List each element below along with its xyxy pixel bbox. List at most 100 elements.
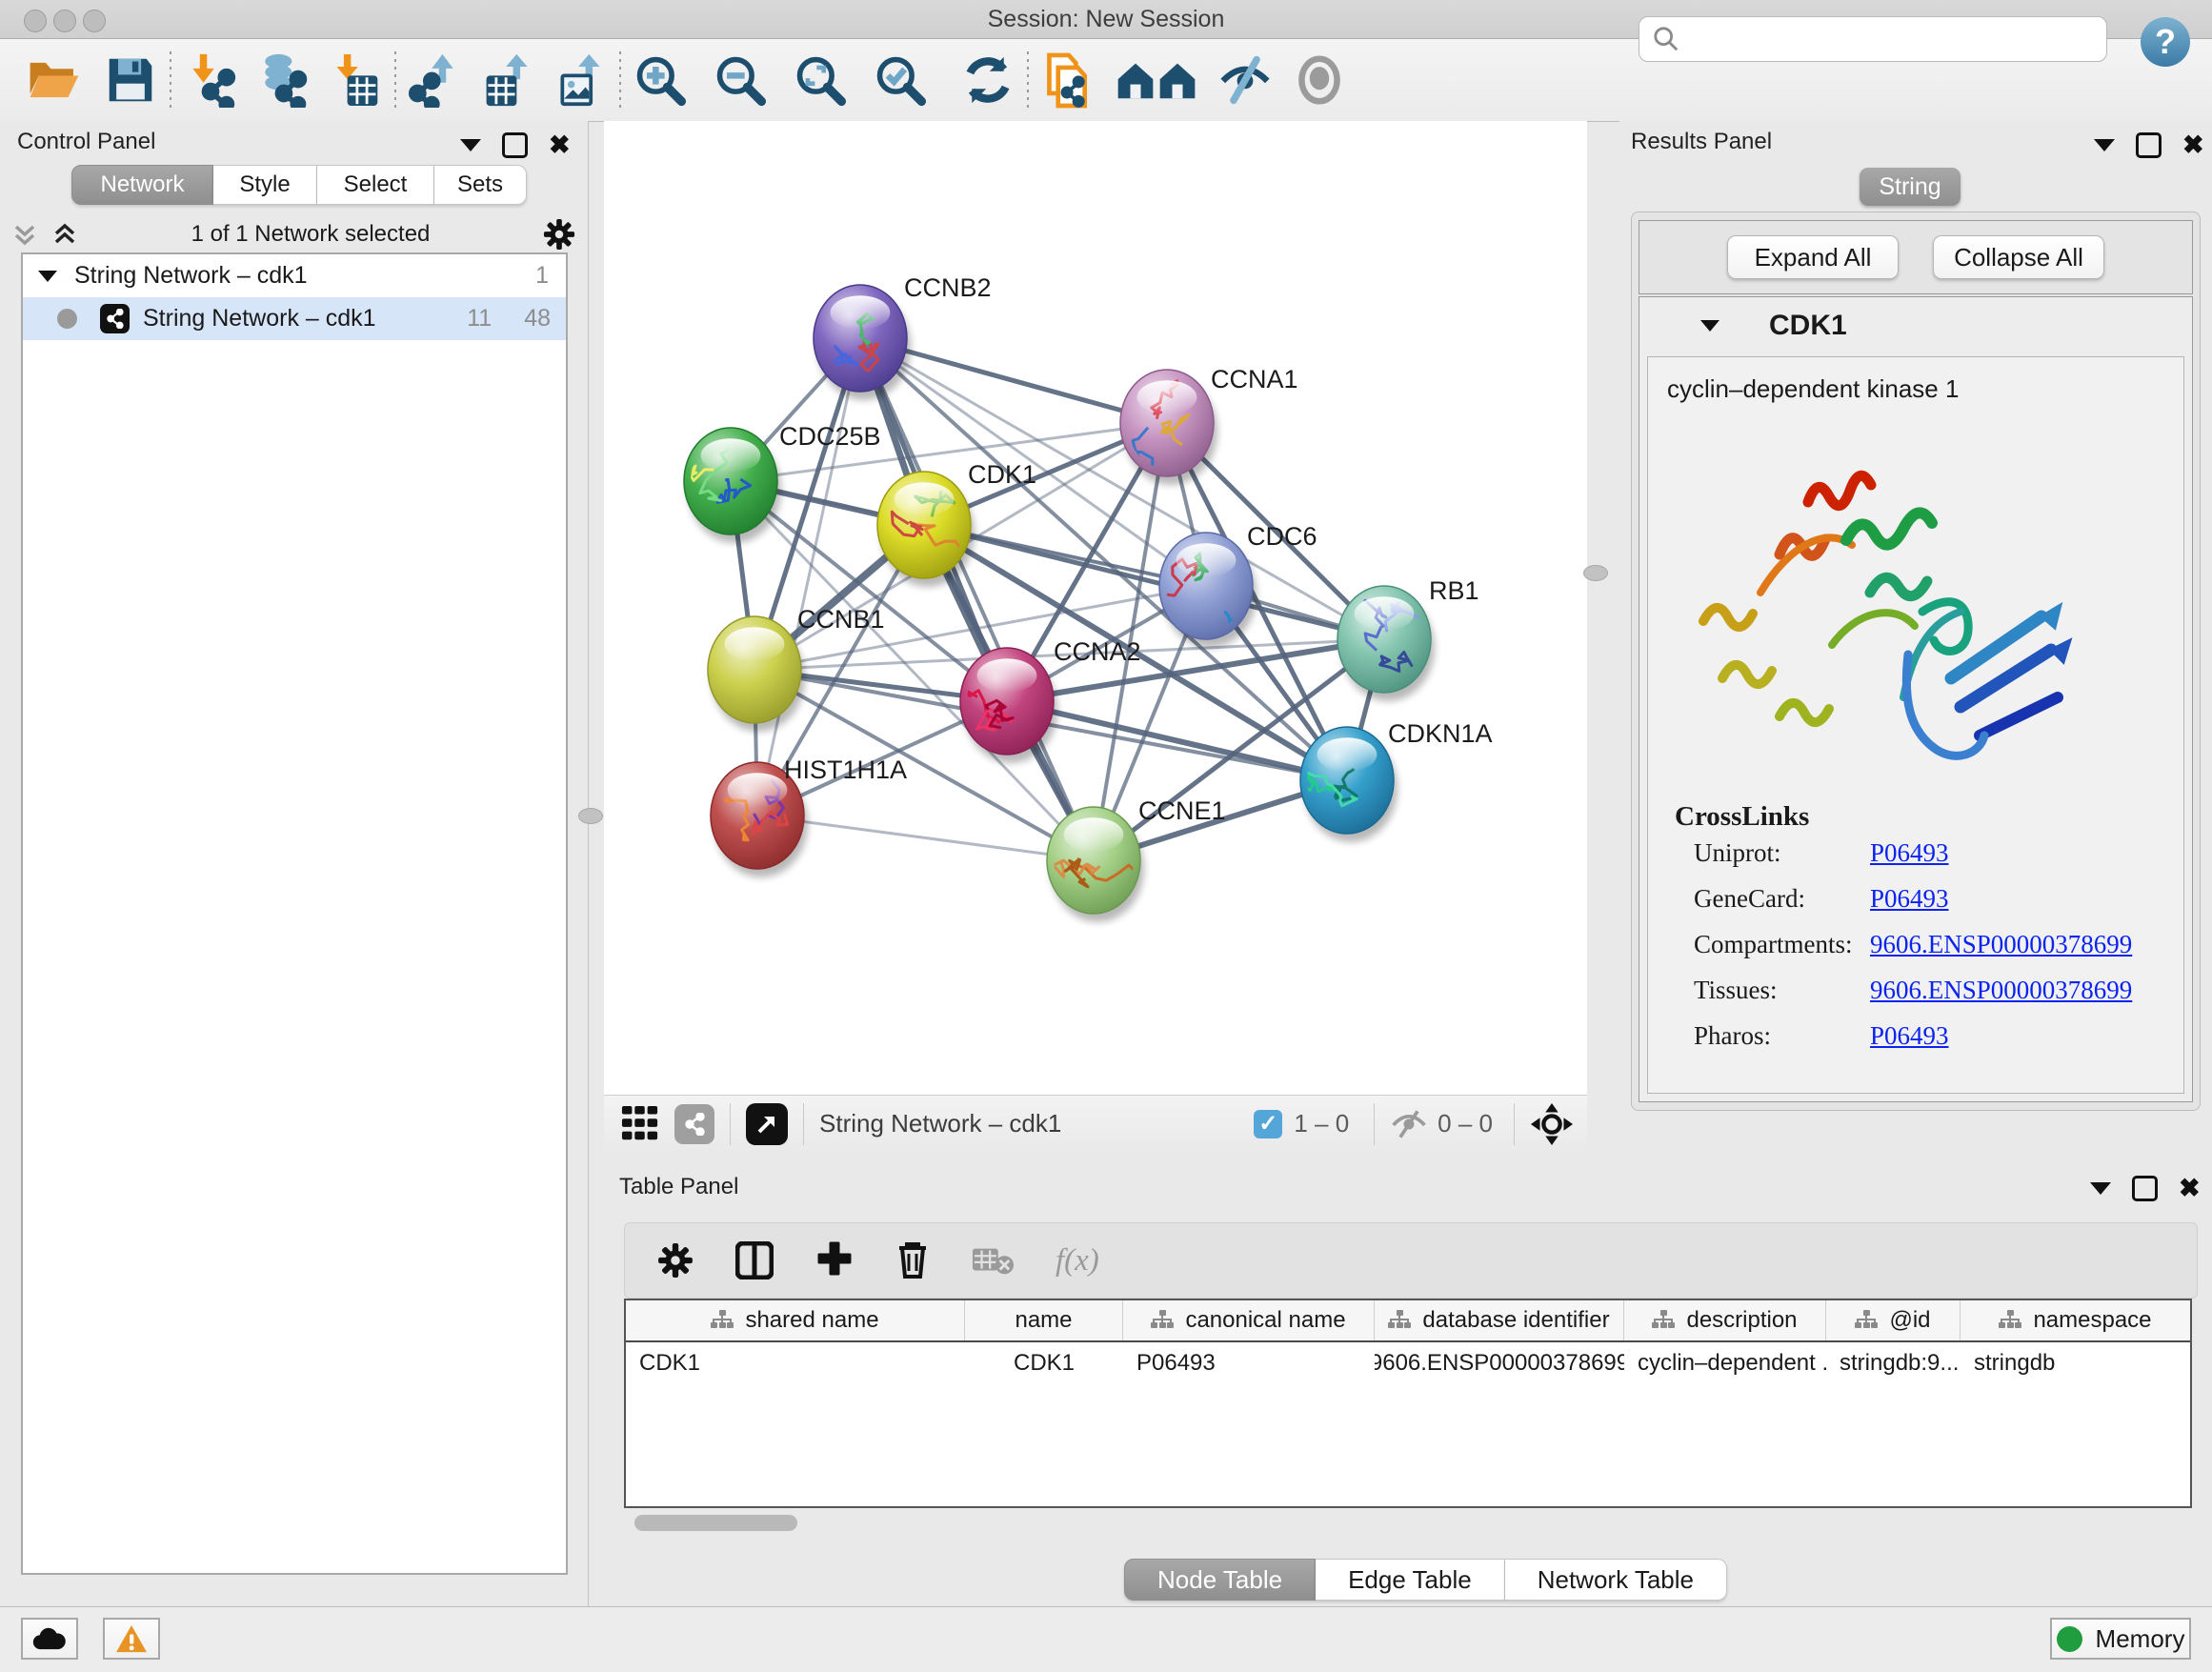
float-panel-icon[interactable] [2132,1176,2158,1201]
network-row-selected[interactable]: String Network – cdk1 11 48 [23,297,566,340]
control-panel: Control Panel ✖ Network Style Select Set… [0,121,589,1606]
table-header-row: shared name name canonical name database… [626,1300,2190,1342]
collapse-panel-icon[interactable] [2090,1182,2111,1195]
network-canvas[interactable]: CCNB2CCNA1CDC25BCDK1CDC6RB1CCNB1CCNA2CDK… [604,121,1587,1095]
zoom-in-button[interactable] [631,50,690,111]
svg-text:CDKN1A: CDKN1A [1388,719,1493,748]
cloud-icon [31,1626,68,1651]
export-image-button[interactable] [551,50,610,111]
grid-mode-icon[interactable] [621,1105,659,1143]
network-collection-row[interactable]: String Network – cdk1 1 [23,254,566,297]
bottom-statusbar: Memory [0,1606,2212,1672]
cell-description[interactable]: cyclin–dependent ... [1624,1342,1826,1384]
genecard-link[interactable]: P06493 [1870,884,1949,914]
tab-select[interactable]: Select [317,165,434,205]
node-table[interactable]: shared name name canonical name database… [624,1299,2192,1508]
column-header[interactable]: name [965,1300,1123,1340]
column-header[interactable]: namespace [1961,1300,2190,1340]
export-network-button[interactable] [406,50,465,111]
close-panel-icon[interactable]: ✖ [549,132,571,158]
image-icon [560,73,593,106]
search-input[interactable] [1679,25,2083,53]
tab-string[interactable]: String [1860,168,1961,206]
hide-selected-button[interactable] [1216,50,1275,111]
zoom-out-button[interactable] [711,50,770,111]
cell-database-identifier[interactable]: 9606.ENSP00000378699 [1375,1342,1624,1384]
zoom-fit-button[interactable] [791,50,850,111]
close-panel-icon[interactable]: ✖ [2182,132,2204,158]
collapse-all-networks-icon[interactable] [51,221,78,248]
collapse-panel-icon[interactable] [2094,139,2115,151]
left-splitter-handle[interactable] [578,808,603,824]
uniprot-link[interactable]: P06493 [1870,838,1949,868]
tab-network-table[interactable]: Network Table [1505,1559,1727,1601]
float-panel-icon[interactable] [502,132,528,158]
houses-icon [1115,56,1198,104]
delete-column-icon[interactable] [895,1240,930,1280]
collapse-panel-icon[interactable] [460,139,481,151]
import-table-button[interactable] [326,50,385,111]
table-row[interactable]: CDK1 CDK1 P06493 9606.ENSP00000378699 cy… [626,1342,2190,1384]
collection-expander-icon[interactable] [38,271,57,282]
protein-structure-image [1665,412,2075,783]
selected-indicator-checkbox[interactable]: ✓ [1254,1110,1282,1138]
show-columns-icon[interactable] [735,1241,774,1279]
first-neighbors-button[interactable] [1113,50,1200,111]
right-splitter-handle[interactable] [1583,565,1608,581]
expand-all-networks-icon[interactable] [11,221,38,248]
open-session-button[interactable] [25,50,84,111]
tab-style[interactable]: Style [213,165,317,205]
tab-sets[interactable]: Sets [434,165,527,205]
tissues-link[interactable]: 9606.ENSP00000378699 [1870,976,2132,1005]
compartments-link[interactable]: 9606.ENSP00000378699 [1870,930,2132,959]
birdseye-toggle-icon[interactable] [1530,1102,1574,1146]
cloud-status-button[interactable] [21,1618,78,1660]
gene-section-expander-icon[interactable] [1700,320,1719,332]
apply-layout-button[interactable] [958,50,1017,111]
control-panel-title: Control Panel [17,129,155,155]
pharos-link[interactable]: P06493 [1870,1021,1949,1051]
table-settings-gear-icon[interactable] [657,1242,694,1279]
tab-edge-table[interactable]: Edge Table [1316,1559,1505,1601]
collapse-all-button[interactable]: Collapse All [1933,235,2104,279]
import-network-from-database-button[interactable] [253,50,312,111]
cell-shared-name[interactable]: CDK1 [626,1342,965,1384]
expand-all-button[interactable]: Expand All [1727,235,1899,279]
tab-node-table[interactable]: Node Table [1124,1559,1316,1601]
save-session-button[interactable] [101,50,160,111]
edge-count: 48 [524,305,551,332]
column-header[interactable]: shared name [626,1300,965,1340]
cell-id[interactable]: stringdb:9... [1826,1342,1961,1384]
detach-view-button[interactable] [746,1103,788,1145]
column-header[interactable]: canonical name [1123,1300,1375,1340]
table-icon [348,75,378,106]
column-header[interactable]: database identifier [1375,1300,1624,1340]
cell-name[interactable]: CDK1 [965,1342,1123,1384]
memory-button[interactable]: Memory [2050,1618,2191,1660]
view-mode-icon[interactable] [674,1104,714,1144]
show-all-button[interactable] [1290,50,1349,111]
zoom-selected-button[interactable] [871,50,930,111]
cell-canonical-name[interactable]: P06493 [1123,1342,1375,1384]
network-list: String Network – cdk1 1 String Network –… [21,252,568,1575]
table-horizontal-scrollbar[interactable] [634,1515,797,1531]
network-graph[interactable]: CCNB2CCNA1CDC25BCDK1CDC6RB1CCNB1CCNA2CDK… [604,121,1587,1095]
gear-icon[interactable] [543,218,575,251]
float-panel-icon[interactable] [2136,132,2162,158]
column-header[interactable]: @id [1826,1300,1961,1340]
svg-text:CCNE1: CCNE1 [1138,796,1226,825]
collection-name: String Network – cdk1 [74,262,308,290]
close-panel-icon[interactable]: ✖ [2179,1176,2201,1201]
function-builder-icon[interactable]: f(x) [1056,1243,1099,1279]
crosslink-row: Tissues: 9606.ENSP00000378699 [1694,976,2183,1005]
warnings-button[interactable] [103,1618,160,1660]
column-header[interactable]: description [1624,1300,1826,1340]
import-network-file-button[interactable] [181,50,240,111]
new-network-from-selection-button[interactable] [1038,50,1097,111]
help-button[interactable]: ? [2140,16,2191,72]
export-table-button[interactable] [478,50,537,111]
cell-namespace[interactable]: stringdb [1961,1342,2190,1384]
delete-table-icon[interactable] [972,1244,1014,1277]
tab-network[interactable]: Network [71,165,213,205]
add-column-icon[interactable] [815,1241,854,1279]
